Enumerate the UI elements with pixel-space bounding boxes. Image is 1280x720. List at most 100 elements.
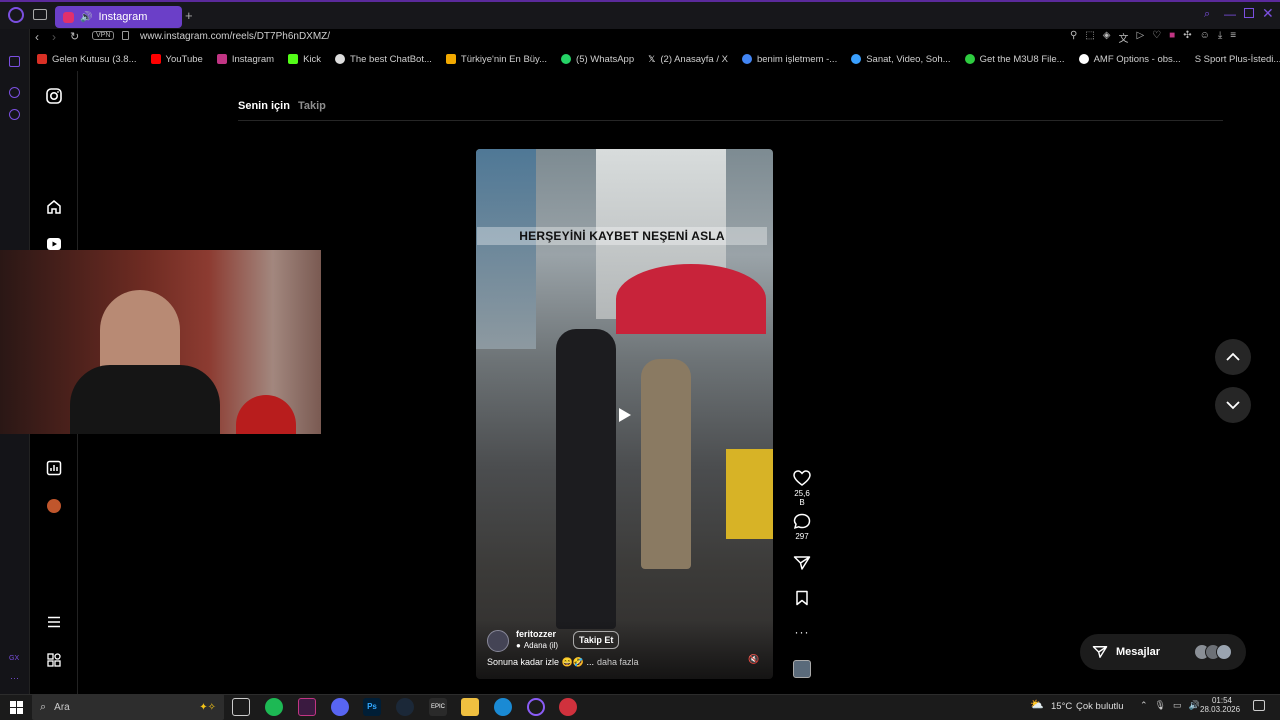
back-button[interactable]: ‹: [35, 30, 39, 44]
file-explorer-icon[interactable]: [461, 698, 479, 716]
notification-icon[interactable]: [1253, 700, 1265, 711]
tray-overflow-icon[interactable]: ⌃: [1140, 700, 1148, 711]
also-from-meta-icon[interactable]: [44, 650, 64, 670]
weather-text[interactable]: Çok bulutlu: [1076, 701, 1124, 712]
comment-button[interactable]: 297: [792, 513, 812, 541]
more-link[interactable]: daha fazla: [597, 657, 639, 668]
instagram-favicon-icon: [63, 11, 74, 23]
next-reel-button[interactable]: [1215, 387, 1251, 423]
x-icon: 𝕏: [648, 53, 656, 64]
opera-logo-icon[interactable]: [8, 7, 24, 23]
lock-icon[interactable]: [122, 31, 129, 40]
microphone-icon[interactable]: 🎙: [1155, 700, 1166, 711]
instagram-logo-icon[interactable]: [44, 86, 64, 106]
opera-icon[interactable]: [527, 698, 545, 716]
bookmark-item[interactable]: benim işletmem -...: [735, 54, 844, 65]
network-icon[interactable]: ▭: [1173, 700, 1182, 711]
url-field[interactable]: www.instagram.com/reels/DT7Ph6nDXMZ/: [140, 31, 330, 42]
extensions-puzzle-icon[interactable]: ✣: [1183, 30, 1191, 45]
share-button[interactable]: [792, 555, 812, 571]
profile-icon[interactable]: ☺: [1200, 30, 1210, 45]
settings-icon[interactable]: [9, 109, 20, 120]
history-icon[interactable]: [9, 87, 20, 98]
bookmark-item[interactable]: Sanat, Video, Soh...: [844, 54, 957, 65]
search-tabs-icon[interactable]: ⌕: [1204, 8, 1210, 21]
tab-for-you[interactable]: Senin için: [238, 100, 290, 112]
spotify-icon[interactable]: [265, 698, 283, 716]
gx-icon[interactable]: GX: [9, 655, 19, 662]
speaker-icon[interactable]: 🔊: [80, 12, 92, 23]
start-button[interactable]: [10, 701, 23, 714]
save-button[interactable]: [792, 590, 812, 606]
person-behind: [641, 359, 691, 569]
taskbar-search[interactable]: ⌕ Ara ✦✧: [32, 694, 224, 720]
bookmarks-bar: Gelen Kutusu (3.8... YouTube Instagram K…: [30, 49, 1280, 69]
heart-icon[interactable]: ♡: [1152, 30, 1161, 45]
bookmark-item[interactable]: Gelen Kutusu (3.8...: [30, 54, 144, 65]
menu-icon[interactable]: ≡: [1230, 30, 1236, 45]
dashboard-icon[interactable]: [44, 458, 64, 478]
bookmark-item[interactable]: YouTube: [144, 54, 210, 65]
new-tab-button[interactable]: +: [185, 8, 193, 23]
vpn-badge[interactable]: VPN: [92, 31, 115, 40]
bookmark-item[interactable]: Kick: [281, 54, 328, 65]
reload-button[interactable]: ↻: [70, 30, 79, 43]
profile-avatar[interactable]: [44, 496, 64, 516]
yellow-stand: [726, 449, 773, 539]
author-username[interactable]: feritozzer: [516, 629, 556, 639]
like-button[interactable]: 25,6 B: [792, 470, 812, 507]
tab-islands-icon[interactable]: [33, 9, 47, 20]
play-icon[interactable]: [614, 405, 634, 425]
extension-icon[interactable]: ■: [1169, 30, 1175, 45]
bookmark-page-icon[interactable]: ⚲: [1070, 30, 1077, 45]
previous-reel-button[interactable]: [1215, 339, 1251, 375]
bookmark-item[interactable]: Instagram: [210, 54, 281, 65]
instagram-icon: [216, 54, 227, 64]
photoshop-icon[interactable]: Ps: [363, 698, 381, 716]
clock[interactable]: 01:54 28.03.2026: [1200, 696, 1240, 714]
edge-icon[interactable]: [494, 698, 512, 716]
more-menu-icon[interactable]: [44, 612, 64, 632]
author-avatar[interactable]: [487, 630, 509, 652]
player-icon[interactable]: ▷: [1136, 30, 1144, 45]
toolbar-icons: ⚲ ⬚ ◈ 文 ▷ ♡ ■ ✣ ☺ ⤓ ≡: [1070, 30, 1236, 45]
bookmark-item[interactable]: 𝕏 (2) Anasayfa / X: [641, 54, 735, 65]
more-options-icon[interactable]: ···: [792, 625, 812, 639]
snapshot-icon[interactable]: ⬚: [1085, 30, 1094, 45]
close-button[interactable]: ✕: [1262, 5, 1274, 22]
home-icon[interactable]: [44, 197, 64, 217]
bookmark-item[interactable]: (5) WhatsApp: [554, 54, 641, 65]
weather-temp[interactable]: 15°C: [1051, 701, 1072, 712]
bookmark-item[interactable]: AMF Options - obs...: [1072, 54, 1188, 65]
bookmark-item[interactable]: Türkiye'nin En Büy...: [439, 54, 554, 65]
translate-icon[interactable]: 文: [1118, 30, 1128, 45]
adblock-icon[interactable]: ◈: [1103, 30, 1111, 45]
maximize-button[interactable]: [1244, 8, 1254, 18]
workspaces-icon[interactable]: [9, 56, 20, 67]
mute-icon[interactable]: 🔇: [748, 654, 759, 665]
minimize-button[interactable]: —: [1224, 7, 1236, 21]
tab-following[interactable]: Takip: [298, 100, 326, 112]
bookmark-item[interactable]: S Sport Plus-İstedi...: [1188, 54, 1280, 65]
discord-icon[interactable]: [331, 698, 349, 716]
location-label: Adana (il): [523, 641, 559, 650]
messages-button[interactable]: Mesajlar: [1080, 634, 1246, 670]
epic-games-icon[interactable]: EPIC: [429, 698, 447, 716]
location-row[interactable]: ● Adana (il): [516, 641, 558, 650]
bookmark-item[interactable]: Get the M3U8 File...: [958, 54, 1072, 65]
download-icon[interactable]: ⤓: [1218, 30, 1222, 45]
obs-icon[interactable]: [559, 698, 577, 716]
more-icon[interactable]: ···: [10, 673, 19, 683]
steam-icon[interactable]: [396, 698, 414, 716]
youtube-icon: [150, 54, 161, 64]
follow-button[interactable]: Takip Et: [573, 631, 620, 649]
audio-thumbnail[interactable]: [793, 660, 811, 678]
forward-button[interactable]: ›: [52, 30, 56, 44]
task-view-icon[interactable]: [232, 698, 250, 716]
opera-gx-icon[interactable]: [298, 698, 316, 716]
reel-description: Sonuna kadar izle 😄🤣 ... daha fazla: [487, 657, 639, 668]
system-tray: ⌃ 🎙 ▭ 🔊: [1140, 700, 1200, 711]
bookmark-item[interactable]: The best ChatBot...: [328, 54, 439, 65]
tab-instagram[interactable]: 🔊 Instagram: [55, 6, 182, 28]
volume-icon[interactable]: 🔊: [1189, 700, 1200, 711]
